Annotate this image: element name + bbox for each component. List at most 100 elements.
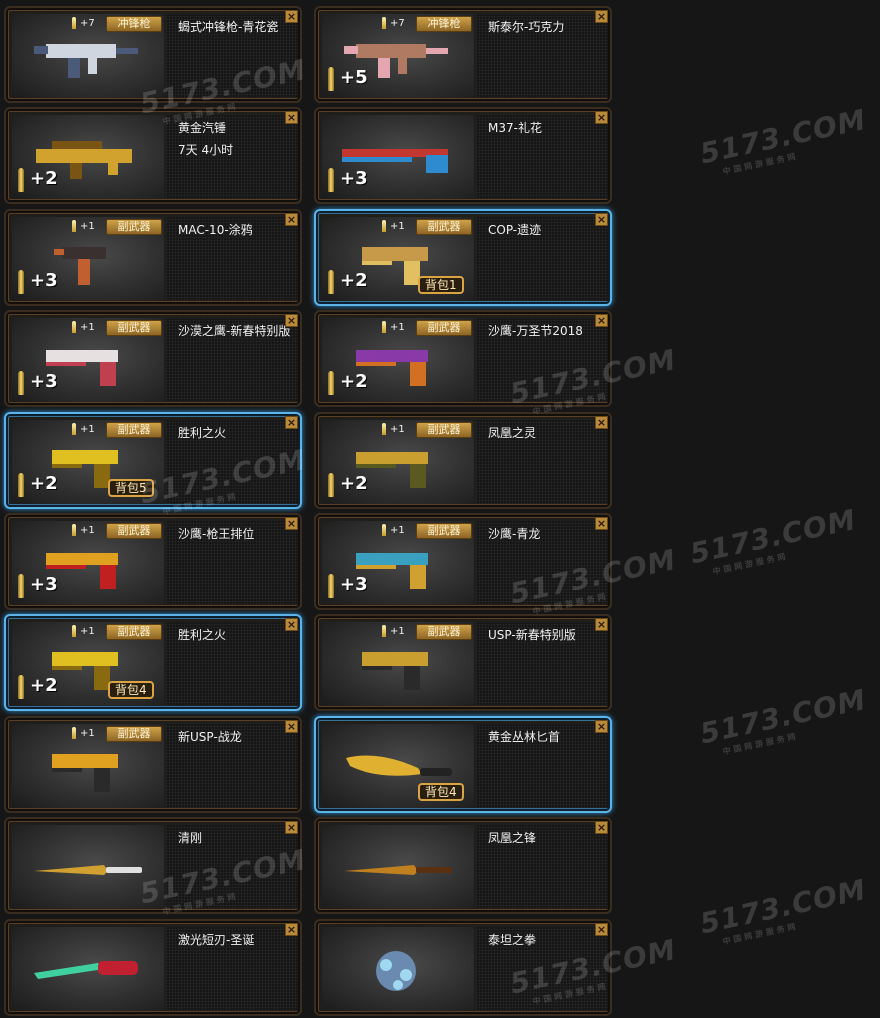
weapon-image [376, 950, 416, 991]
weapon-image [34, 960, 138, 979]
close-icon[interactable]: × [595, 821, 608, 835]
weapon-image [362, 652, 428, 691]
close-icon[interactable]: × [285, 618, 298, 632]
upgrade-level: +1 [382, 523, 405, 539]
watermark-logo: 5173.COM中国网游服务网 [697, 102, 870, 177]
bullet-icon [72, 625, 76, 638]
bullet-icon [18, 574, 24, 598]
weapon-type-tag: 副武器 [416, 320, 472, 337]
bullet-icon [18, 168, 24, 193]
backpack-badge: 背包4 [418, 782, 464, 801]
weapon-type-tag: 副武器 [106, 421, 162, 438]
close-icon[interactable]: × [595, 922, 608, 936]
item-card[interactable]: 背包4 黄金丛林匕首 × [314, 715, 612, 813]
item-name: 胜利之火 [178, 425, 227, 440]
bullet-icon [382, 422, 386, 435]
item-card[interactable]: +1 副武器 +2 沙鹰-万圣节2018 × [314, 310, 612, 408]
item-card[interactable]: +3 M37-礼花 × [314, 107, 612, 205]
item-card[interactable]: 清刚 × [4, 817, 302, 915]
item-card[interactable]: 激光短刃-圣诞 × [4, 918, 302, 1016]
ammo-count: +5 [328, 65, 368, 91]
close-icon[interactable]: × [595, 314, 608, 328]
item-card[interactable]: +1 副武器 新USP-战龙 × [4, 715, 302, 813]
close-icon[interactable]: × [285, 10, 298, 23]
ammo-count: +3 [328, 572, 368, 598]
item-card[interactable]: +1 副武器 +3 沙漠之鹰-新春特别版 × [4, 310, 302, 408]
close-icon[interactable]: × [285, 517, 298, 530]
item-card[interactable]: +1 副武器 +3 沙鹰-枪王排位 × [4, 513, 302, 610]
watermark-logo: 5173.COM中国网游服务网 [687, 502, 860, 577]
weapon-type-tag: 副武器 [416, 218, 472, 235]
bullet-icon [328, 168, 334, 193]
weapon-type-tag: 冲锋枪 [416, 16, 472, 32]
ammo-count: +3 [18, 572, 58, 598]
item-card[interactable]: +1 副武器 +2 背包4 胜利之火 × [4, 614, 302, 712]
close-icon[interactable]: × [285, 415, 298, 429]
bullet-icon [382, 524, 386, 536]
close-icon[interactable]: × [285, 111, 298, 125]
upgrade-level: +1 [72, 422, 95, 438]
ammo-count: +2 [328, 369, 368, 396]
backpack-badge: 背包5 [108, 478, 154, 497]
weapon-image [344, 865, 452, 876]
item-card[interactable]: +1 副武器 +3 沙鹰-青龙 × [314, 513, 612, 610]
close-icon[interactable]: × [595, 618, 608, 632]
bullet-icon [382, 321, 386, 334]
item-card[interactable]: +1 副武器 +3 MAC-10-涂鸦 × [4, 208, 302, 306]
bullet-icon [18, 371, 24, 396]
bullet-icon [382, 219, 386, 232]
upgrade-level: +1 [72, 219, 95, 235]
item-card[interactable]: +7 冲锋枪 蝎式冲锋枪-青花瓷 × [4, 6, 302, 103]
bullet-icon [328, 67, 334, 91]
close-icon[interactable]: × [285, 922, 298, 936]
close-icon[interactable]: × [285, 719, 298, 733]
close-icon[interactable]: × [595, 111, 608, 125]
close-icon[interactable]: × [285, 212, 298, 226]
upgrade-level: +1 [382, 422, 405, 438]
ammo-count: +2 [18, 673, 58, 700]
item-name: 凤凰之锋 [488, 831, 537, 846]
close-icon[interactable]: × [595, 10, 608, 23]
item-card[interactable]: 凤凰之锋 × [314, 817, 612, 915]
ammo-count: +2 [328, 471, 368, 497]
item-card[interactable]: +1 副武器 +2 背包1 COP-遗迹 × [314, 208, 612, 306]
item-card[interactable]: +2 黄金汽锤 7天 4小时 × [4, 107, 302, 205]
item-name: 清刚 [178, 831, 203, 846]
close-icon[interactable]: × [285, 821, 298, 835]
item-name: 沙鹰-青龙 [488, 527, 541, 541]
bullet-icon [18, 269, 24, 294]
item-card[interactable]: +1 副武器 USP-新春特别版 × [314, 614, 612, 712]
item-card[interactable]: +1 副武器 +2 凤凰之灵 × [314, 411, 612, 509]
weapon-type-tag: 副武器 [416, 421, 472, 438]
item-name: 蝎式冲锋枪-青花瓷 [178, 20, 279, 34]
item-name: COP-遗迹 [488, 222, 542, 237]
close-icon[interactable]: × [285, 314, 298, 328]
weapon-image [34, 44, 138, 78]
upgrade-level: +1 [72, 624, 95, 640]
upgrade-level: +1 [72, 320, 95, 336]
ammo-count: +2 [328, 268, 368, 294]
bullet-icon [72, 726, 76, 739]
upgrade-level: +1 [72, 523, 95, 539]
weapon-type-tag: 副武器 [106, 218, 162, 235]
close-icon[interactable]: × [595, 517, 608, 530]
item-name: MAC-10-涂鸦 [178, 222, 253, 237]
item-name: 斯泰尔-巧克力 [488, 20, 565, 34]
item-name: USP-新春特别版 [488, 628, 576, 643]
ammo-count: +2 [18, 471, 58, 497]
bullet-icon [328, 371, 334, 396]
close-icon[interactable]: × [595, 212, 608, 226]
item-card[interactable]: +1 副武器 +2 背包5 胜利之火 × [4, 411, 302, 509]
weapon-type-tag: 副武器 [416, 523, 472, 539]
upgrade-level: +1 [72, 726, 95, 742]
close-icon[interactable]: × [595, 719, 608, 733]
bullet-icon [72, 219, 76, 232]
item-name: 激光短刃-圣诞 [178, 932, 255, 947]
ammo-count: +3 [328, 166, 368, 193]
item-name: 沙鹰-枪王排位 [178, 527, 255, 541]
weapon-type-tag: 冲锋枪 [106, 16, 162, 32]
item-card[interactable]: +7 冲锋枪 +5 斯泰尔-巧克力 × [314, 6, 612, 103]
item-card[interactable]: 泰坦之拳 × [314, 918, 612, 1016]
weapon-type-tag: 副武器 [106, 320, 162, 337]
close-icon[interactable]: × [595, 415, 608, 429]
